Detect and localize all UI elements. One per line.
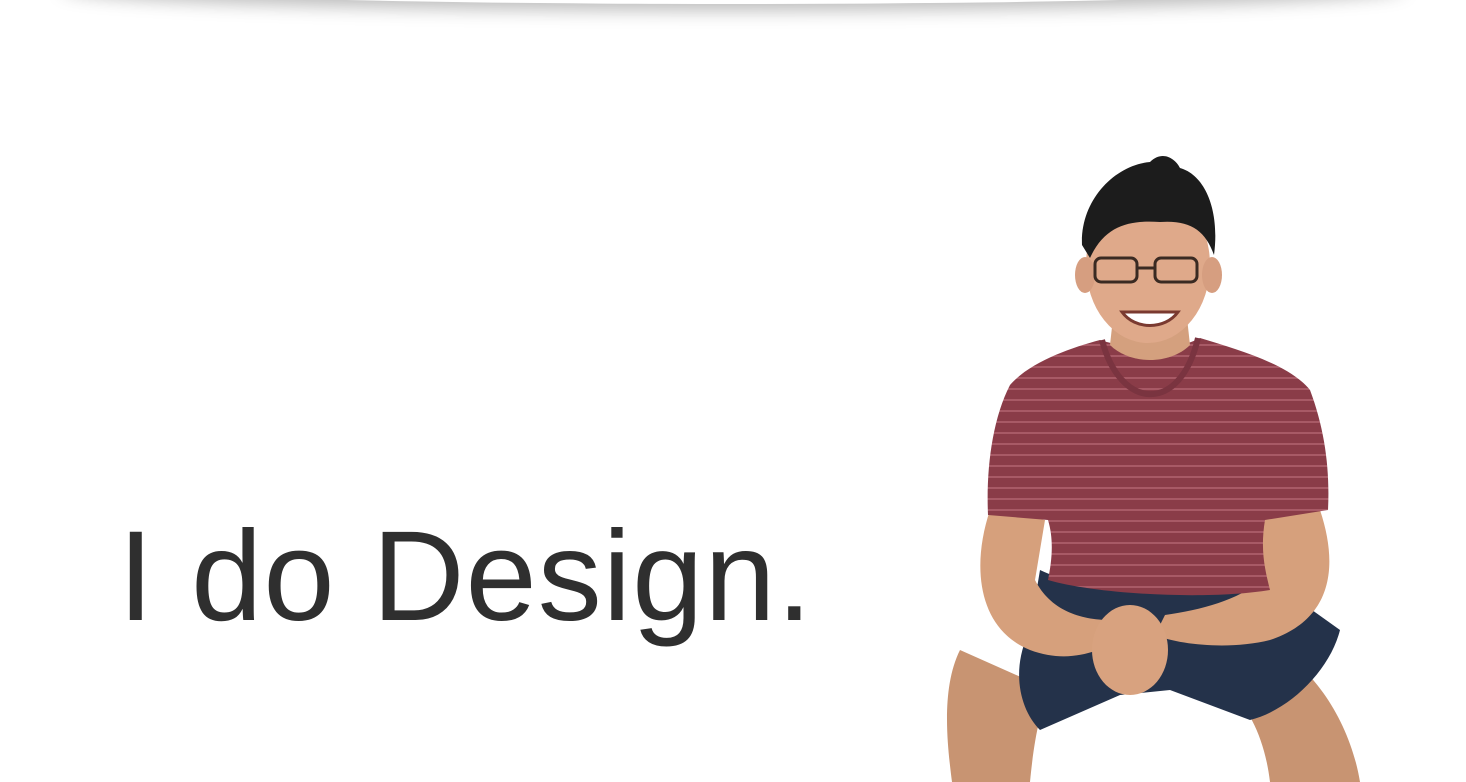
portrait-photo	[930, 150, 1370, 782]
header-bar-shadow	[60, 0, 1406, 4]
hero-section: I do Design.	[0, 0, 1466, 782]
hero-headline: I do Design.	[118, 505, 814, 648]
left-ear	[1075, 257, 1095, 293]
clasped-hands	[1092, 605, 1168, 695]
right-ear	[1202, 257, 1222, 293]
